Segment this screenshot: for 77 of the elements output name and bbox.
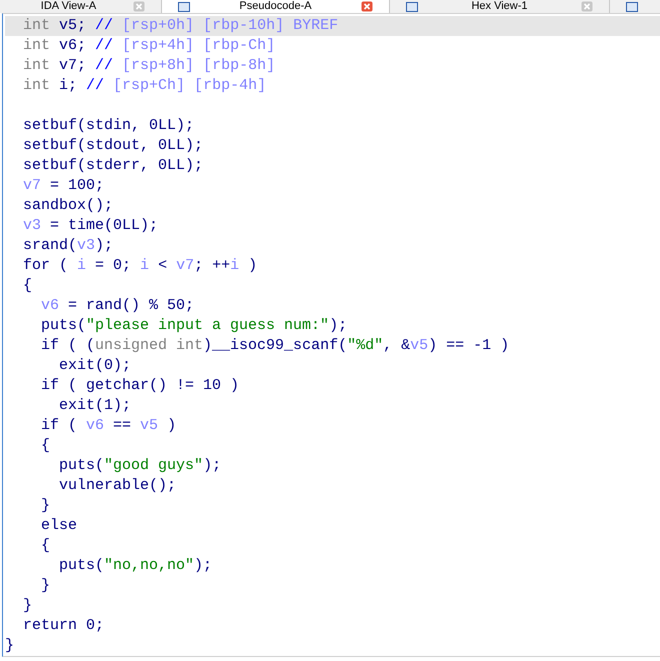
comment-marker: // (95, 17, 114, 34)
code-text: if ( (40, 417, 78, 434)
string-literal: "no,no,no" (104, 557, 194, 574)
code-text: } (40, 497, 50, 514)
code-text: exit(0); (58, 357, 132, 374)
code-text: ; ++ (194, 257, 230, 274)
code-text: sandbox(); (22, 197, 114, 214)
code-text: } (40, 577, 50, 594)
code-text: vulnerable(); (58, 477, 176, 494)
code-text: { (40, 537, 50, 554)
variable-name: i (77, 257, 86, 274)
variable-name: v7 (176, 257, 194, 274)
code-text: for ( (22, 257, 70, 274)
close-icon[interactable] (581, 1, 593, 12)
code-text: { (40, 437, 50, 454)
code-text: puts( (58, 457, 104, 474)
code-text: if ( getchar() != 10 ) (40, 377, 240, 394)
code-text: = 100; (49, 177, 104, 194)
code-text: )__isoc99_scanf( (203, 337, 348, 354)
code-text: i; (58, 77, 78, 94)
variable-name: [rsp+Ch] [rbp-4h] (112, 77, 266, 94)
code-text: } (22, 597, 32, 614)
variable-name: [rsp+0h] [rbp-10h] BYREF (121, 17, 338, 34)
code-text: < (157, 257, 168, 274)
string-literal: "good guys" (104, 457, 204, 474)
code-text: puts( (40, 317, 86, 334)
code-text: = time(0LL); (49, 217, 158, 234)
variable-name: v6 (40, 297, 60, 314)
variable-name: v3 (22, 217, 42, 234)
type-keyword: int (22, 17, 50, 34)
code-text: = 0; (94, 257, 132, 274)
comment-marker: // (95, 57, 114, 74)
code-text: ) == -1 ) (428, 337, 510, 354)
code-text: = rand() % 50; (67, 297, 194, 314)
variable-name: [rsp+8h] [rbp-8h] (121, 57, 276, 74)
variable-name: i (140, 257, 150, 274)
code-text: setbuf(stderr, 0LL); (22, 157, 204, 174)
tab[interactable]: Pseudocode-A (162, 0, 390, 13)
code-text: exit(1); (58, 397, 132, 414)
string-literal: "please input a guess num:" (86, 317, 330, 334)
code-text: setbuf(stdin, 0LL); (22, 117, 194, 134)
comment-marker: // (86, 77, 104, 94)
code-text: setbuf(stdout, 0LL); (22, 137, 204, 154)
variable-name: v7 (22, 177, 42, 194)
code-text: v6; (58, 37, 88, 54)
code-text: if ( ( (40, 337, 96, 354)
comment-marker: // (95, 37, 114, 54)
variable-name: v3 (77, 237, 96, 254)
close-icon[interactable] (361, 1, 373, 12)
code-text: ) (166, 417, 176, 434)
close-icon[interactable] (133, 1, 145, 12)
code-text: , & (383, 337, 410, 354)
code-text: v5; (58, 17, 88, 34)
code-text: == (112, 417, 132, 434)
code-text: ); (203, 457, 222, 474)
string-literal: "%d" (347, 337, 384, 354)
variable-name: [rsp+4h] [rbp-Ch] (121, 37, 276, 54)
code-text: v7; (58, 57, 88, 74)
type-keyword: int (22, 77, 50, 94)
variable-name: i (230, 257, 240, 274)
window-icon (626, 2, 638, 12)
code-text: } (5, 637, 14, 654)
variable-name: v6 (86, 417, 104, 434)
code-text: else (40, 517, 78, 534)
code-text: ) (247, 257, 258, 274)
code-text: return 0; (22, 617, 104, 634)
variable-name: v5 (140, 417, 158, 434)
type-keyword: unsigned int (95, 337, 204, 354)
type-keyword: int (22, 37, 50, 54)
code-text: puts( (58, 557, 104, 574)
code-text: ); (329, 317, 348, 334)
variable-name: v5 (410, 337, 428, 354)
code-text: ); (95, 237, 114, 254)
code-text: ); (194, 557, 212, 574)
code-text: srand( (22, 237, 78, 254)
code-text: { (22, 277, 32, 294)
type-keyword: int (22, 57, 50, 74)
